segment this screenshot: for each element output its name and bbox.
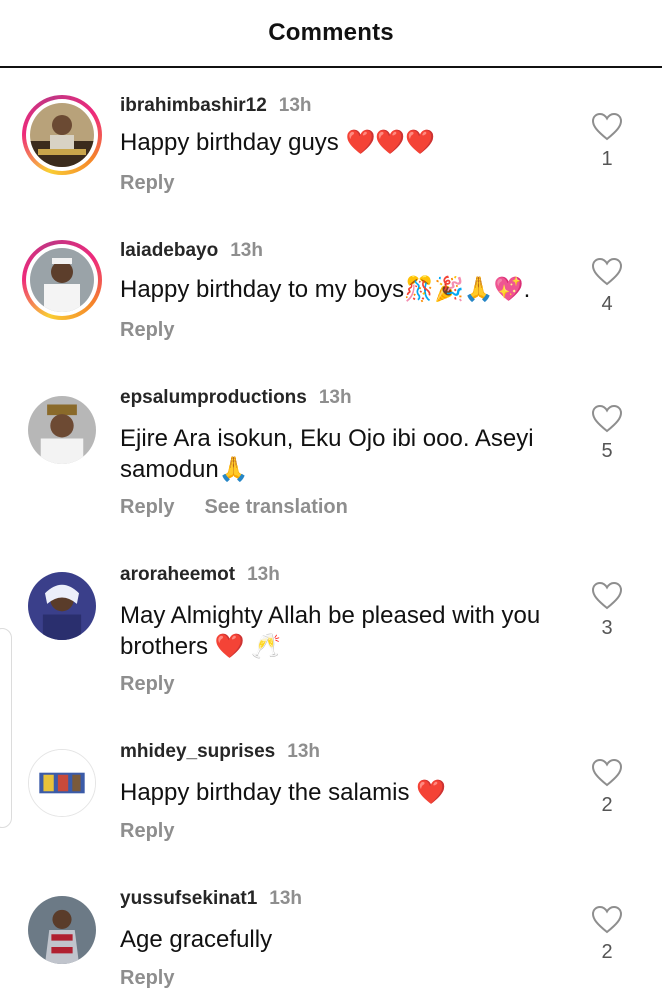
- comment-item: laiadebayo 13h Happy birthday to my boys…: [0, 240, 662, 380]
- username[interactable]: mhidey_suprises: [120, 741, 275, 763]
- like-count: 3: [601, 617, 613, 639]
- comment-text: Happy birthday to my boys🎊🎉🙏💖.: [120, 276, 531, 303]
- avatar-image: [30, 103, 94, 167]
- timestamp: 13h: [230, 240, 263, 261]
- username[interactable]: laiadebayo: [120, 240, 218, 262]
- avatar[interactable]: [28, 396, 96, 464]
- comment-item: aroraheemot 13h May Almighty Allah be pl…: [0, 564, 662, 714]
- comment-text: Ejire Ara isokun, Eku Ojo ibi ooo. Aseyi…: [120, 425, 534, 483]
- timestamp: 13h: [318, 387, 352, 408]
- timestamp: 13h: [247, 564, 280, 585]
- avatar[interactable]: [28, 572, 96, 640]
- comment-text: Happy birthday the salamis ❤️: [120, 779, 447, 806]
- page-title: Comments: [268, 19, 394, 46]
- avatar[interactable]: [22, 95, 102, 175]
- username[interactable]: yussufsekinat1: [120, 888, 257, 910]
- reply-button[interactable]: Reply: [120, 319, 174, 342]
- comment-item: mhidey_suprises 13h Happy birthday the s…: [0, 741, 662, 881]
- avatar-image: [28, 896, 96, 964]
- avatar[interactable]: [28, 749, 96, 817]
- avatar-image: [30, 248, 94, 312]
- like-count: 1: [601, 148, 613, 170]
- comment-text: May Almighty Allah be pleased with you b…: [120, 602, 541, 660]
- reply-button[interactable]: Reply: [120, 673, 174, 696]
- username[interactable]: epsalumproductions: [120, 387, 307, 409]
- avatar-image: [28, 572, 96, 640]
- heart-icon[interactable]: [591, 758, 623, 788]
- username[interactable]: aroraheemot: [120, 564, 235, 586]
- like-count: 2: [601, 941, 613, 963]
- username[interactable]: ibrahimbashir12: [120, 95, 267, 117]
- heart-icon[interactable]: [591, 905, 623, 935]
- comment-item: yussufsekinat1 13h Age gracefully Reply …: [0, 888, 662, 993]
- comment-text: Happy birthday guys ❤️❤️❤️: [120, 129, 436, 156]
- like-count: 5: [601, 440, 613, 462]
- reply-button[interactable]: Reply: [120, 820, 174, 843]
- avatar[interactable]: [28, 896, 96, 964]
- comment-item: epsalumproductions 13h Ejire Ara isokun,…: [0, 387, 662, 537]
- timestamp: 13h: [287, 741, 320, 762]
- heart-icon[interactable]: [591, 112, 623, 142]
- comment-text: Age gracefully: [120, 926, 273, 953]
- reply-button[interactable]: Reply: [120, 967, 174, 990]
- avatar-image: [29, 750, 95, 816]
- avatar[interactable]: [22, 240, 102, 320]
- heart-icon[interactable]: [591, 404, 623, 434]
- timestamp: 13h: [269, 888, 303, 909]
- header: Comments: [0, 0, 662, 68]
- reply-button[interactable]: Reply: [120, 172, 174, 195]
- comment-item: ibrahimbashir12 13h Happy birthday guys …: [0, 95, 662, 235]
- like-count: 2: [601, 794, 613, 816]
- avatar-image: [28, 396, 96, 464]
- heart-icon[interactable]: [591, 581, 623, 611]
- reply-button[interactable]: Reply: [120, 496, 174, 519]
- like-count: 4: [601, 293, 613, 315]
- timestamp: 13h: [278, 95, 312, 116]
- heart-icon[interactable]: [591, 257, 623, 287]
- see-translation-button[interactable]: See translation: [204, 496, 347, 519]
